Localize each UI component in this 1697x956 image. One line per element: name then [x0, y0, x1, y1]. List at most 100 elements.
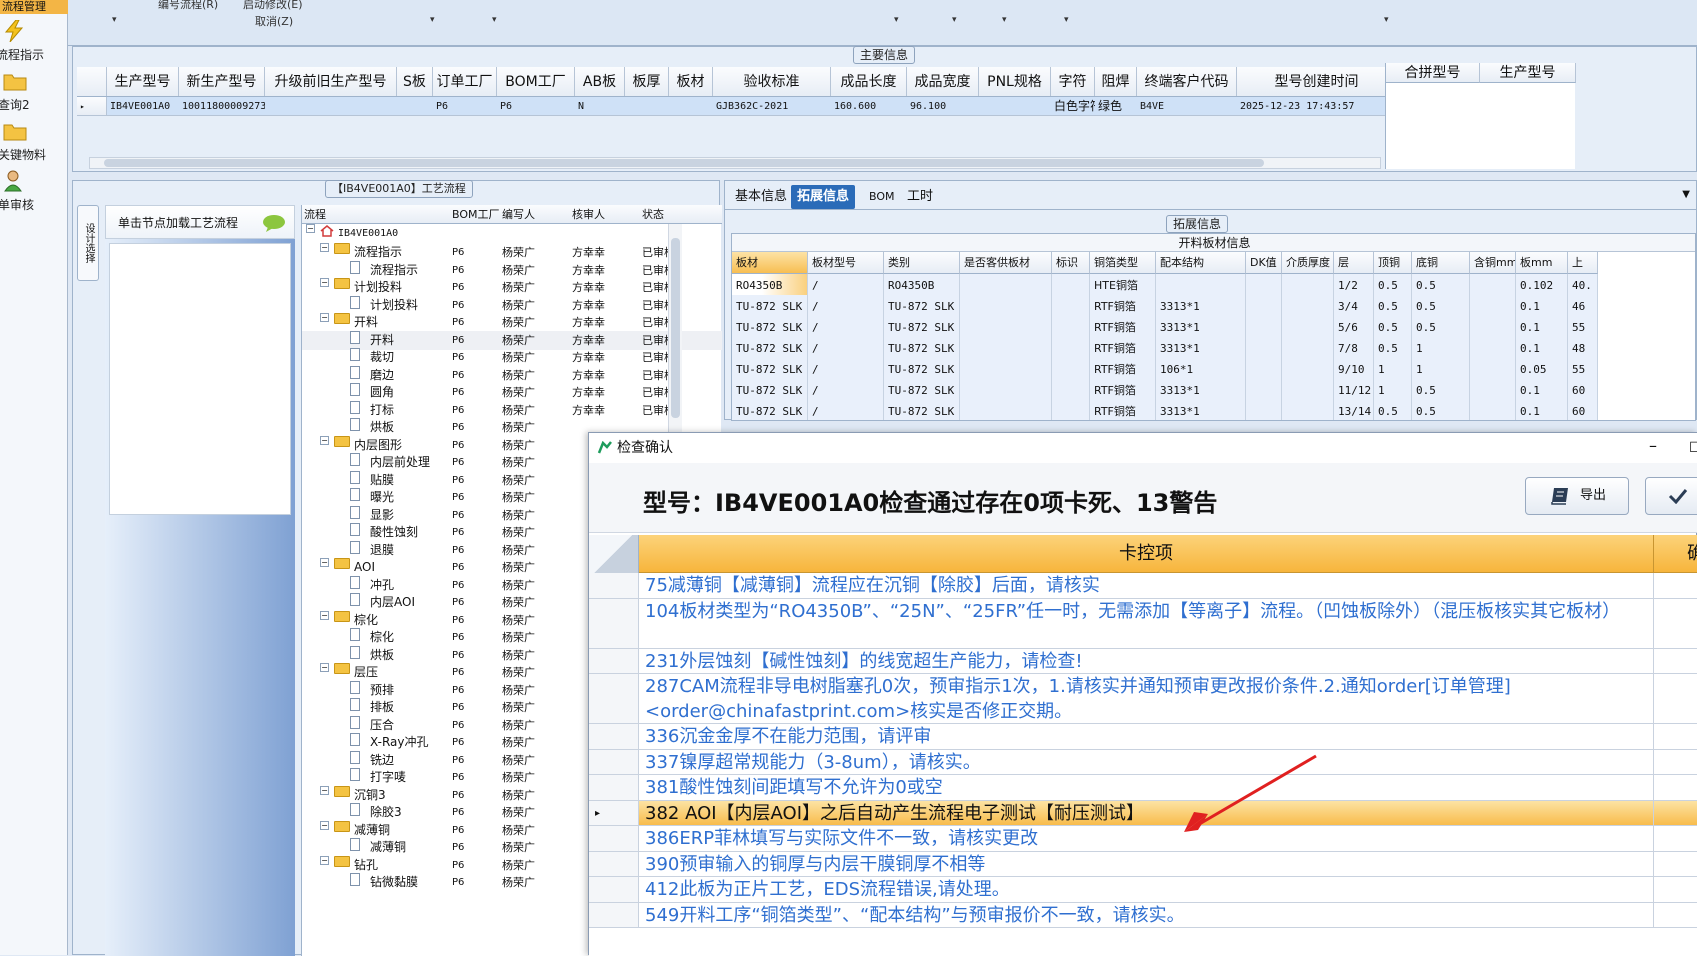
col-header[interactable]: 成品长度 — [831, 67, 907, 96]
tree-row[interactable]: − 流程指示 P6 杨荣广 方幸幸 已审核 — [302, 243, 722, 262]
table-cell[interactable]: TU-872 SLK — [732, 358, 808, 381]
col-header[interactable]: 生产型号 — [107, 67, 179, 96]
tab-work-hours[interactable]: 工时 — [901, 185, 939, 209]
col-header[interactable]: 类别 — [884, 252, 960, 274]
tab-basic-info[interactable]: 基本信息 — [729, 185, 793, 209]
nav-item-query2[interactable]: 查询2 — [0, 70, 68, 116]
table-cell[interactable]: 0.1 — [1516, 400, 1568, 420]
col-header[interactable]: 层 — [1334, 252, 1374, 274]
col-header[interactable]: DK值 — [1246, 252, 1282, 274]
table-cell[interactable]: TU-872 SLK — [884, 358, 960, 381]
table-cell[interactable]: / — [808, 337, 884, 360]
table-cell[interactable]: 40. — [1568, 274, 1598, 297]
col-header[interactable]: PNL规格 — [979, 67, 1051, 96]
cell[interactable]: 10011800009273 — [179, 97, 265, 115]
nav-item-review[interactable]: 单审核 — [0, 170, 68, 216]
col-header[interactable]: 标识 — [1052, 252, 1090, 274]
table-cell[interactable]: 1 — [1374, 358, 1412, 381]
chevron-down-icon[interactable]: ▾ — [894, 15, 899, 25]
menu-start-modify[interactable]: 启动修改(E) — [243, 0, 303, 12]
cell[interactable]: 160.600 — [831, 97, 907, 115]
chevron-down-icon[interactable]: ▾ — [1064, 15, 1069, 25]
table-cell[interactable]: 13/14 — [1334, 400, 1374, 420]
chevron-down-icon[interactable]: ▾ — [492, 15, 497, 25]
table-cell[interactable]: 1 — [1374, 379, 1412, 402]
check-row[interactable]: 381酸性蚀刻间距填写不允许为0或空 — [589, 775, 1697, 801]
table-cell[interactable]: 9/10 — [1334, 358, 1374, 381]
table-cell[interactable]: 0.5 — [1374, 400, 1412, 420]
table-cell[interactable]: 0.5 — [1374, 295, 1412, 318]
col-header[interactable]: 板材 — [669, 67, 713, 96]
table-cell[interactable]: 1/2 — [1334, 274, 1374, 297]
col-header[interactable]: 验收标准 — [713, 67, 831, 96]
col-header[interactable]: 状态 — [642, 205, 664, 224]
table-cell[interactable] — [960, 337, 1052, 360]
tree-row[interactable]: − 开料 P6 杨荣广 方幸幸 已审核 — [302, 313, 722, 332]
table-cell[interactable] — [1282, 316, 1334, 339]
table-cell[interactable]: 3313*1 — [1156, 295, 1246, 318]
minimize-icon[interactable]: – — [1649, 431, 1657, 461]
table-cell[interactable] — [1282, 400, 1334, 420]
table-cell[interactable] — [1470, 400, 1516, 420]
cell[interactable]: 白色字符 — [1051, 97, 1095, 115]
table-cell[interactable]: 0.5 — [1412, 400, 1470, 420]
table-cell[interactable] — [1246, 337, 1282, 360]
cell[interactable]: N — [575, 97, 625, 115]
main-grid-row[interactable]: ▸ IB4VE001A0 10011800009273 P6 P6 N GJB3… — [77, 97, 1397, 116]
table-cell[interactable] — [1246, 358, 1282, 381]
export-button[interactable]: 导出 — [1525, 477, 1629, 515]
col-header[interactable]: S板 — [397, 67, 433, 96]
table-cell[interactable] — [960, 379, 1052, 402]
table-cell[interactable]: 7/8 — [1334, 337, 1374, 360]
col-header[interactable]: 是否客供板材 — [960, 252, 1052, 274]
cell[interactable] — [979, 97, 1051, 115]
col-header[interactable]: 板材 — [732, 252, 808, 274]
table-cell[interactable]: / — [808, 400, 884, 420]
col-header[interactable]: 订单工厂 — [433, 67, 497, 96]
table-cell[interactable]: 3313*1 — [1156, 316, 1246, 339]
table-cell[interactable]: 0.05 — [1516, 358, 1568, 381]
table-cell[interactable]: TU-872 SLK — [732, 379, 808, 402]
cell[interactable]: P6 — [497, 97, 575, 115]
check-row[interactable]: 231外层蚀刻【碱性蚀刻】的线宽超生产能力，请检查! — [589, 648, 1697, 674]
cell[interactable]: P6 — [433, 97, 497, 115]
load-process-button[interactable]: 单击节点加载工艺流程 — [105, 205, 295, 239]
check-row[interactable]: 336沉金金厚不在能力范围，请评审 — [589, 724, 1697, 750]
table-cell[interactable] — [960, 400, 1052, 420]
col-header[interactable]: 板材型号 — [808, 252, 884, 274]
chevron-down-icon[interactable]: ▾ — [1002, 15, 1007, 25]
table-cell[interactable]: 0.5 — [1374, 337, 1412, 360]
table-cell[interactable]: TU-872 SLK — [884, 337, 960, 360]
menu-number-process[interactable]: 编号流程(R) — [158, 0, 218, 12]
table-cell[interactable]: TU-872 SLK — [884, 295, 960, 318]
table-cell[interactable]: / — [808, 274, 884, 297]
table-cell[interactable] — [1156, 274, 1246, 297]
table-cell[interactable]: RTF铜箔 — [1090, 400, 1156, 420]
tree-row[interactable]: 计划投料 P6 杨荣广 方幸幸 已审核 — [302, 295, 722, 315]
col-header[interactable]: 终端客户代码 — [1137, 67, 1237, 96]
table-cell[interactable]: 0.5 — [1412, 274, 1470, 297]
table-cell[interactable]: TU-872 SLK — [732, 400, 808, 420]
table-cell[interactable]: TU-872 SLK — [884, 400, 960, 420]
table-cell[interactable] — [1470, 379, 1516, 402]
col-header[interactable]: 升级前旧生产型号 — [265, 67, 397, 96]
confirm-button[interactable] — [1645, 477, 1697, 515]
table-cell[interactable] — [1052, 358, 1090, 381]
cell[interactable]: B4VE — [1137, 97, 1237, 115]
table-cell[interactable]: / — [808, 358, 884, 381]
table-cell[interactable]: 0.102 — [1516, 274, 1568, 297]
table-cell[interactable] — [1470, 295, 1516, 318]
check-row[interactable]: 386ERP菲林填写与实际文件不一致，请核实更改 — [589, 826, 1697, 852]
tree-row[interactable]: 磨边 P6 杨荣广 方幸幸 已审核 — [302, 365, 722, 385]
table-cell[interactable]: 1 — [1412, 358, 1470, 381]
nav-item-process-management[interactable]: 流程管理 — [0, 0, 68, 14]
table-cell[interactable] — [1052, 337, 1090, 360]
table-cell[interactable] — [1246, 316, 1282, 339]
table-cell[interactable]: RTF铜箔 — [1090, 379, 1156, 402]
table-cell[interactable]: 48 — [1568, 337, 1598, 360]
table-cell[interactable]: 5/6 — [1334, 316, 1374, 339]
table-cell[interactable]: RTF铜箔 — [1090, 358, 1156, 381]
col-header[interactable]: 流程 — [304, 205, 326, 224]
table-cell[interactable] — [1282, 337, 1334, 360]
table-cell[interactable]: 0.1 — [1516, 379, 1568, 402]
